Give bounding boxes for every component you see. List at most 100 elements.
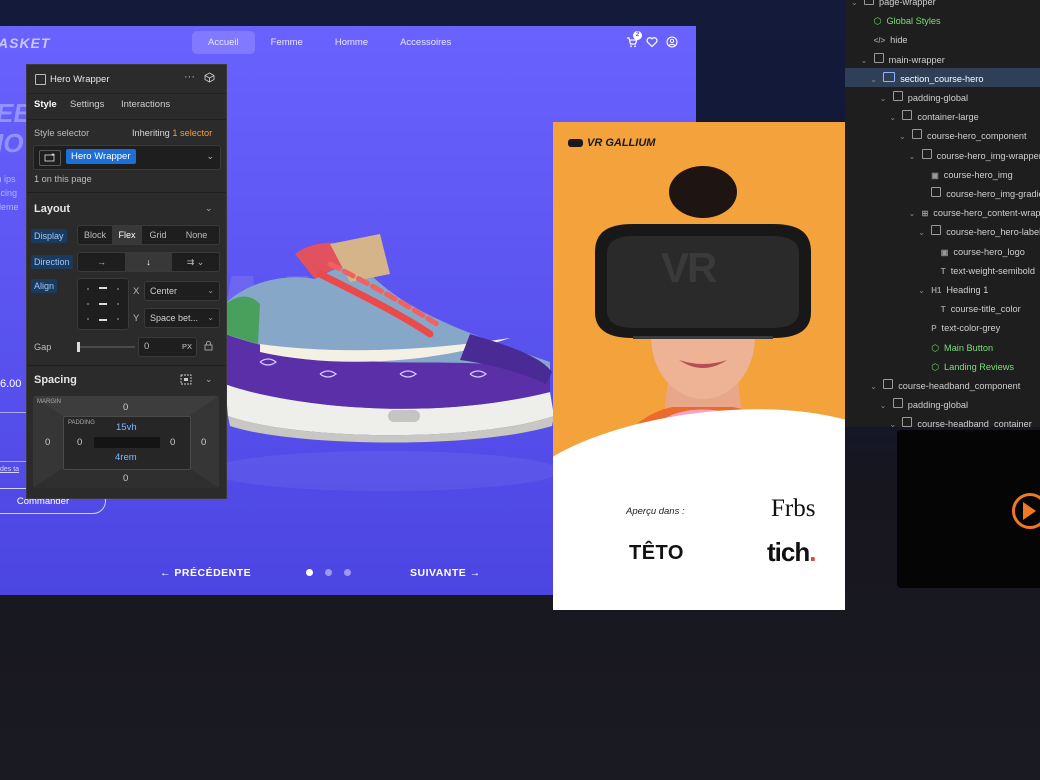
selector-field[interactable]: Hero Wrapper ⌄ xyxy=(33,145,221,170)
navigator-item[interactable]: Ptext-color-grey xyxy=(918,319,1000,338)
cart-icon[interactable]: 2 xyxy=(626,31,642,51)
navigator-item[interactable]: ⌄ section_course-hero xyxy=(870,70,983,89)
navigator-item[interactable]: ▣ course-hero_logo xyxy=(928,243,1025,262)
vr-brand-logo[interactable]: VR GALLIUM xyxy=(568,137,655,149)
navigator-item[interactable]: ⌄ course-headband_component xyxy=(870,377,1020,396)
navigator-item[interactable]: ⬡ Global Styles xyxy=(861,12,941,31)
display-flex[interactable]: Flex xyxy=(112,226,142,244)
heart-icon[interactable] xyxy=(646,36,658,51)
lock-icon[interactable] xyxy=(204,340,213,354)
collapse-layout-icon[interactable]: ⌄ xyxy=(205,203,213,214)
chevron-down-icon[interactable]: ⌄ xyxy=(909,147,917,166)
margin-right[interactable]: 0 xyxy=(201,437,206,448)
chevron-down-icon[interactable]: ⌄ xyxy=(889,415,897,427)
navigator-item[interactable]: ⌄ course-hero_img-wrapper xyxy=(909,147,1040,166)
margin-top[interactable]: 0 xyxy=(123,402,128,413)
component-icon[interactable] xyxy=(204,72,215,86)
chevron-down-icon[interactable]: ⌄ xyxy=(206,151,214,162)
user-icon[interactable] xyxy=(666,36,678,51)
chevron-down-icon[interactable]: ⌄ xyxy=(909,204,917,223)
nav-link-femme[interactable]: Femme xyxy=(255,31,319,54)
slider-dot-1[interactable] xyxy=(306,569,313,576)
align-x-select[interactable]: Center ⌄ xyxy=(144,281,220,301)
size-guide-link[interactable]: des ta xyxy=(0,466,19,473)
display-grid[interactable]: Grid xyxy=(142,226,174,244)
tab-settings[interactable]: Settings xyxy=(70,99,104,110)
gap-unit[interactable]: PX xyxy=(182,342,192,351)
margin-left[interactable]: 0 xyxy=(45,437,50,448)
site-logo[interactable]: ASKET xyxy=(0,35,50,51)
add-class-icon[interactable] xyxy=(39,150,61,166)
margin-bottom[interactable]: 0 xyxy=(123,473,128,484)
display-none[interactable]: None xyxy=(174,226,219,244)
nav-link-accueil[interactable]: Accueil xyxy=(192,31,255,54)
display-block[interactable]: Block xyxy=(78,226,112,244)
wrap-icon[interactable]: ⇉ ⌄ xyxy=(172,253,219,271)
cube-icon: ⬡ xyxy=(931,361,940,372)
padding-bottom[interactable]: 4rem xyxy=(115,452,137,463)
navigator-item[interactable]: ⌄ course-hero_hero-label xyxy=(918,223,1040,242)
selector-chip[interactable]: Hero Wrapper xyxy=(66,149,136,164)
navigator-item[interactable]: ⌄ course-headband_container xyxy=(889,415,1032,427)
tab-style[interactable]: Style xyxy=(34,99,57,110)
spacing-section-title[interactable]: Spacing xyxy=(34,374,77,386)
slider-dot-3[interactable] xyxy=(344,569,351,576)
more-options-icon[interactable]: ··· xyxy=(184,71,195,83)
size-grid[interactable] xyxy=(0,412,28,462)
navigator-item-label: Global Styles xyxy=(886,16,941,27)
navigator-item[interactable]: Ttext-weight-semibold xyxy=(928,262,1035,281)
navigator-item-label: course-headband_container xyxy=(917,419,1032,427)
display-segmented-control[interactable]: Block Flex Grid None xyxy=(77,225,220,245)
slider-dot-2[interactable] xyxy=(325,569,332,576)
navigator-item[interactable]: ⌄ padding-global xyxy=(880,89,968,108)
gap-slider[interactable] xyxy=(77,342,135,352)
chevron-down-icon[interactable]: ⌄ xyxy=(918,223,926,242)
inheriting-info[interactable]: Inheriting 1 selector xyxy=(132,128,212,138)
chevron-down-icon[interactable]: ⌄ xyxy=(851,0,859,12)
next-slide-button[interactable]: SUIVANTE → xyxy=(410,567,481,579)
chevron-down-icon[interactable]: ⌄ xyxy=(880,89,888,108)
navigator-item[interactable]: ⌄ ⊞ course-hero_content-wrapper xyxy=(909,204,1040,223)
align-grid[interactable] xyxy=(77,278,129,330)
navigator-item[interactable]: course-hero_img-gradient xyxy=(918,185,1040,204)
nav-link-homme[interactable]: Homme xyxy=(319,31,384,54)
collapse-spacing-icon[interactable]: ⌄ xyxy=(205,374,213,385)
layout-section-title[interactable]: Layout xyxy=(34,203,70,215)
padding-right[interactable]: 0 xyxy=(170,437,175,448)
nav-link-accessoires[interactable]: Accessoires xyxy=(384,31,467,54)
navigator-item[interactable]: </> hide xyxy=(861,31,908,50)
chevron-down-icon[interactable]: ⌄ xyxy=(861,51,869,70)
navigator-item-label: course-title_color xyxy=(950,304,1021,315)
chevron-down-icon[interactable]: ⌄ xyxy=(918,281,926,300)
gap-slider-handle[interactable] xyxy=(77,342,80,352)
chevron-down-icon[interactable]: ⌄ xyxy=(870,377,878,396)
navigator-item[interactable]: ▣ course-hero_img xyxy=(918,166,1013,185)
direction-segmented-control[interactable]: → ↓ ⇉ ⌄ xyxy=(77,252,220,272)
video-preview[interactable] xyxy=(897,430,1040,588)
chevron-down-icon[interactable]: ⌄ xyxy=(870,70,878,89)
chevron-down-icon[interactable]: ⌄ xyxy=(880,396,888,415)
navigator-item[interactable]: Tcourse-title_color xyxy=(928,300,1021,319)
padding-box: PADDING 15vh 0 0 4rem xyxy=(63,416,191,470)
previous-slide-button[interactable]: ← PRÉCÉDENTE xyxy=(160,567,251,579)
padding-left[interactable]: 0 xyxy=(77,437,82,448)
align-y-select[interactable]: Space bet... ⌄ xyxy=(144,308,220,328)
spacing-preset-icon[interactable] xyxy=(180,374,192,388)
tab-interactions[interactable]: Interactions xyxy=(121,99,170,110)
navigator-item[interactable]: ⬡ Landing Reviews xyxy=(918,358,1014,377)
chevron-down-icon[interactable]: ⌄ xyxy=(889,108,897,127)
padding-top[interactable]: 15vh xyxy=(116,422,137,433)
navigator-item[interactable]: ⌄ container-large xyxy=(889,108,979,127)
arrow-down-icon[interactable]: ↓ xyxy=(125,253,172,271)
navigator-item[interactable]: ⌄ page-wrapper xyxy=(851,0,936,12)
chevron-down-icon: ⌄ xyxy=(207,313,214,322)
arrow-right-icon[interactable]: → xyxy=(78,253,125,271)
gap-input[interactable]: 0 PX xyxy=(138,337,197,357)
navigator-item[interactable]: ⌄ main-wrapper xyxy=(861,51,945,70)
navigator-item[interactable]: ⬡ Main Button xyxy=(918,339,993,358)
navigator-item[interactable]: ⌄ H1 Heading 1 xyxy=(918,281,988,300)
align-label: Align xyxy=(31,279,58,293)
chevron-down-icon[interactable]: ⌄ xyxy=(899,127,907,146)
navigator-item[interactable]: ⌄ course-hero_component xyxy=(899,127,1027,146)
navigator-item[interactable]: ⌄ padding-global xyxy=(880,396,968,415)
